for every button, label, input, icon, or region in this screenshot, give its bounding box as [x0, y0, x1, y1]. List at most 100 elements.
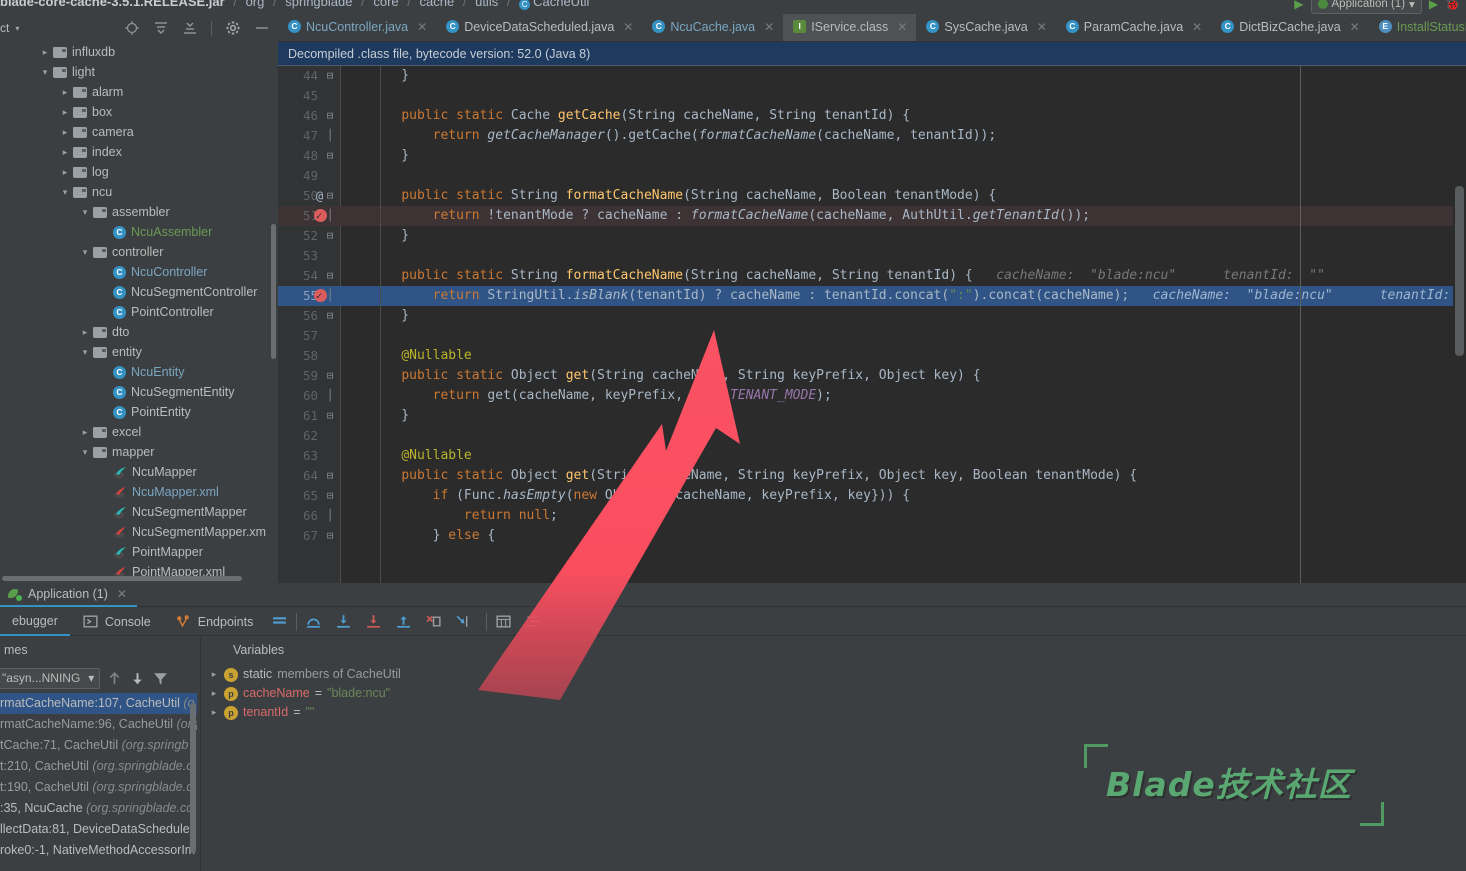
code-editor[interactable]: Decompiled .class file, bytecode version… [278, 42, 1466, 583]
editor-tab-devicedatascheduled-java[interactable]: C DeviceDataScheduled.java ✕ [436, 14, 642, 41]
code-lines[interactable]: 44 ⊟ } 45 46 ⊟ public static Cache getCache(… [278, 66, 1466, 583]
tree-vertical-scrollbar[interactable] [271, 224, 276, 359]
stack-frame-row[interactable]: llectData:81, DeviceDataScheduled [0, 819, 197, 840]
code-fold-icon[interactable]: │ [324, 286, 336, 306]
code-line-50[interactable]: 50 @ ⊟ public static String formatCacheNam… [278, 186, 1466, 206]
code-line-57[interactable]: 57 [278, 326, 1466, 346]
code-line-56[interactable]: 56 ⊟ } [278, 306, 1466, 326]
close-icon[interactable]: ✕ [1037, 20, 1047, 34]
console-tab[interactable]: Console [70, 608, 163, 636]
chevron-down-icon[interactable]: ▾ [40, 67, 50, 77]
close-icon[interactable]: ✕ [417, 20, 427, 34]
editor-scrollbar-thumb[interactable] [1455, 186, 1464, 356]
code-fold-icon[interactable]: ⊟ [324, 406, 336, 426]
chevron-down-icon[interactable]: ▾ [80, 247, 90, 257]
code-fold-icon[interactable]: ⊟ [324, 366, 336, 386]
code-fold-icon[interactable]: ⊟ [324, 146, 336, 166]
code-fold-icon[interactable]: ⊟ [324, 66, 336, 86]
editor-tab-dictbizcache-java[interactable]: C DictBizCache.java ✕ [1211, 14, 1369, 41]
stack-frame-row[interactable]: :35, NcuCache (org.springblade.cc [0, 798, 197, 819]
locate-icon[interactable] [124, 20, 140, 36]
code-line-62[interactable]: 62 [278, 426, 1466, 446]
code-fold-icon[interactable]: ⊟ [324, 466, 336, 486]
breadcrumb-file[interactable]: CacheUtil [533, 0, 589, 9]
code-line-54[interactable]: 54 ⊟ public static String formatCacheName… [278, 266, 1466, 286]
tree-node-pointentity[interactable]: ▸CPointEntity [0, 402, 278, 422]
tree-node-ncuassembler[interactable]: ▸CNcuAssembler [0, 222, 278, 242]
close-icon[interactable]: ✕ [764, 20, 774, 34]
settings-gear-icon[interactable] [225, 20, 241, 36]
code-line-65[interactable]: 65 ⊟ if (Func.hasEmpty(new Object[]{cache… [278, 486, 1466, 506]
tree-node-excel[interactable]: ▸ excel [0, 422, 278, 442]
editor-tab-ncucache-java[interactable]: C NcuCache.java ✕ [642, 14, 783, 41]
breadcrumb-segment-org[interactable]: org [246, 0, 265, 9]
code-fold-icon[interactable]: ⊟ [324, 306, 336, 326]
tree-node-index[interactable]: ▸ index [0, 142, 278, 162]
stack-frame-row[interactable]: t:190, CacheUtil (org.springblade.c [0, 777, 197, 798]
chevron-right-icon[interactable]: ▸ [60, 87, 70, 97]
tree-node-controller[interactable]: ▾ controller [0, 242, 278, 262]
tree-node-ncusegmentmapper[interactable]: ▸NcuSegmentMapper [0, 502, 278, 522]
close-icon[interactable]: ✕ [1350, 20, 1360, 34]
chevron-right-icon[interactable]: ▸ [209, 684, 219, 703]
variable-row[interactable]: ▸ p cacheName = "blade:ncu" [201, 684, 1466, 703]
code-line-45[interactable]: 45 [278, 86, 1466, 106]
breadcrumb-jar[interactable]: blade-core-cache-3.5.1.RELEASE.jar [0, 0, 225, 9]
editor-scrollbar[interactable] [1453, 66, 1466, 583]
tree-node-ncucontroller[interactable]: ▸CNcuController [0, 262, 278, 282]
chevron-down-icon[interactable]: ▾ [60, 187, 70, 197]
editor-tab-iservice-class[interactable]: I IService.class ✕ [783, 14, 917, 41]
debugger-tab[interactable]: ebugger [0, 608, 70, 636]
code-fold-icon[interactable]: ⊟ [324, 266, 336, 286]
collapse-all-icon[interactable] [182, 20, 198, 36]
code-fold-icon[interactable]: ⊟ [324, 526, 336, 546]
step-over-icon[interactable] [305, 613, 322, 630]
code-fold-icon[interactable]: │ [324, 506, 336, 526]
frames-up-icon[interactable] [106, 670, 123, 687]
tree-node-camera[interactable]: ▸ camera [0, 122, 278, 142]
tree-node-box[interactable]: ▸ box [0, 102, 278, 122]
stack-frame-row[interactable]: rmatCacheName:107, CacheUtil (o [0, 693, 197, 714]
chevron-right-icon[interactable]: ▸ [60, 167, 70, 177]
breadcrumb-segment-utils[interactable]: utils [475, 0, 498, 9]
endpoints-tab[interactable]: Endpoints [163, 608, 266, 636]
force-step-into-icon[interactable] [365, 613, 382, 630]
filter-icon[interactable] [152, 670, 169, 687]
code-fold-icon[interactable]: ⊟ [324, 186, 336, 206]
code-line-66[interactable]: 66 │ return null; [278, 506, 1466, 526]
run-configuration-widget[interactable]: ▶ Application (1) ▾ ▶ 🐞 [1294, 0, 1460, 14]
chevron-down-icon[interactable]: ▾ [15, 24, 19, 33]
run-icon[interactable]: ▶ [1294, 0, 1303, 11]
tree-node-pointcontroller[interactable]: ▸CPointController [0, 302, 278, 322]
drop-frame-icon[interactable] [425, 613, 442, 630]
tree-node-alarm[interactable]: ▸ alarm [0, 82, 278, 102]
chevron-right-icon[interactable]: ▸ [209, 665, 219, 684]
breadcrumb-segment-springblade[interactable]: springblade [285, 0, 352, 9]
editor-tab-installstatusenum-ja[interactable]: E InstallStatusEnum.ja [1369, 14, 1466, 41]
editor-tab-ncucontroller-java[interactable]: C NcuController.java ✕ [278, 14, 436, 41]
chevron-right-icon[interactable]: ▸ [60, 147, 70, 157]
chevron-right-icon[interactable]: ▸ [80, 427, 90, 437]
tree-node-ncusegmentmapper-xm[interactable]: ▸NcuSegmentMapper.xm [0, 522, 278, 542]
chevron-down-icon[interactable]: ▾ [80, 347, 90, 357]
frames-scrollbar[interactable] [190, 703, 196, 853]
chevron-right-icon[interactable]: ▸ [60, 127, 70, 137]
close-icon[interactable]: ✕ [897, 20, 907, 34]
tree-node-ncusegmententity[interactable]: ▸CNcuSegmentEntity [0, 382, 278, 402]
close-icon[interactable]: ✕ [117, 587, 127, 601]
tree-node-ncusegmentcontroller[interactable]: ▸CNcuSegmentController [0, 282, 278, 302]
step-into-icon[interactable] [335, 613, 352, 630]
tree-node-light[interactable]: ▾ light [0, 62, 278, 82]
code-line-67[interactable]: 67 ⊟ } else { [278, 526, 1466, 546]
code-line-64[interactable]: 64 ⊟ public static Object get(String cach… [278, 466, 1466, 486]
code-line-47[interactable]: 47 │ return getCacheManager().getCache(fo… [278, 126, 1466, 146]
run-button[interactable]: ▶ [1429, 0, 1438, 11]
evaluate-expression-icon[interactable] [495, 613, 512, 630]
breadcrumb-segment-core[interactable]: core [373, 0, 398, 9]
settings-list-icon[interactable] [525, 613, 542, 630]
chevron-right-icon[interactable]: ▸ [80, 327, 90, 337]
code-line-60[interactable]: 60 │ return get(cacheName, keyPrefix, key… [278, 386, 1466, 406]
tree-node-pointmapper[interactable]: ▸PointMapper [0, 542, 278, 562]
debug-button[interactable]: 🐞 [1445, 0, 1460, 11]
code-line-48[interactable]: 48 ⊟ } [278, 146, 1466, 166]
